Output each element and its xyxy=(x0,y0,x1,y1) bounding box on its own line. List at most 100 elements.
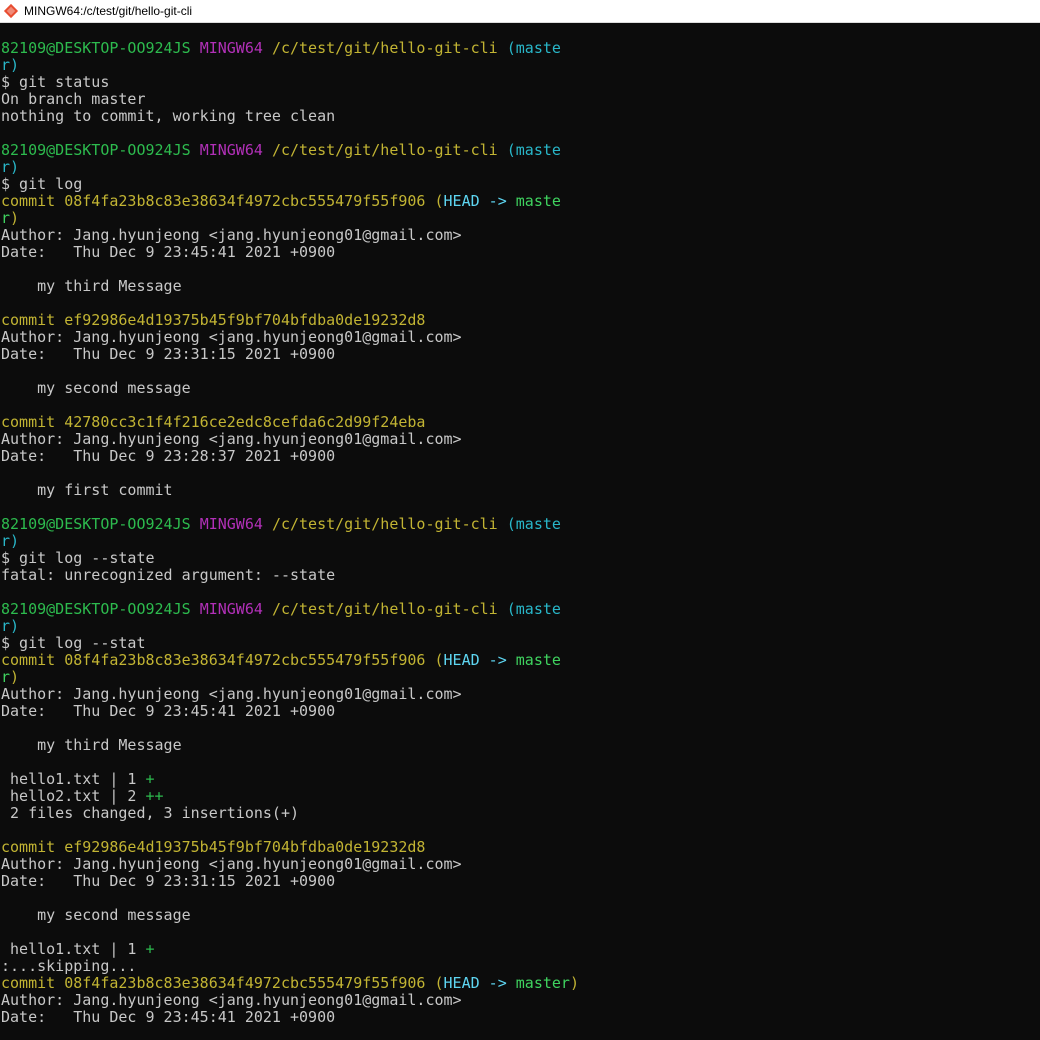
terminal-text: 82109@DESKTOP-OO924JS xyxy=(1,515,200,533)
terminal-line: $ git log xyxy=(1,176,1040,193)
terminal-text: my third Message xyxy=(1,736,182,754)
terminal-line: nothing to commit, working tree clean xyxy=(1,108,1040,125)
terminal-line: Author: Jang.hyunjeong <jang.hyunjeong01… xyxy=(1,686,1040,703)
terminal-line: my second message xyxy=(1,907,1040,924)
terminal-text: hello2.txt | 2 xyxy=(1,787,146,805)
terminal-line: Author: Jang.hyunjeong <jang.hyunjeong01… xyxy=(1,329,1040,346)
terminal-line: r) xyxy=(1,618,1040,635)
terminal-text: ) xyxy=(569,974,579,992)
terminal-text: + xyxy=(145,770,155,788)
terminal-text: $ git log xyxy=(1,175,83,193)
terminal-text: Author: Jang.hyunjeong <jang.hyunjeong01… xyxy=(1,855,462,873)
terminal-text: HEAD -> xyxy=(443,651,516,669)
terminal-text: Date: Thu Dec 9 23:45:41 2021 +0900 xyxy=(1,243,336,261)
terminal-line: commit 08f4fa23b8c83e38634f4972cbc555479… xyxy=(1,193,1040,210)
terminal-text: MINGW64 xyxy=(199,600,272,618)
terminal-text: Date: Thu Dec 9 23:31:15 2021 +0900 xyxy=(1,345,336,363)
terminal-text: r) xyxy=(1,56,20,74)
terminal-text: Date: Thu Dec 9 23:28:37 2021 +0900 xyxy=(1,447,336,465)
terminal-line: r) xyxy=(1,533,1040,550)
terminal-line: hello1.txt | 1 + xyxy=(1,771,1040,788)
terminal-text: Date: Thu Dec 9 23:45:41 2021 +0900 xyxy=(1,1008,336,1026)
terminal-text: Author: Jang.hyunjeong <jang.hyunjeong01… xyxy=(1,226,462,244)
terminal-text: commit ef92986e4d19375b45f9bf704bfdba0de… xyxy=(1,838,426,856)
terminal-line: Date: Thu Dec 9 23:31:15 2021 +0900 xyxy=(1,873,1040,890)
terminal-line: r) xyxy=(1,210,1040,227)
terminal-line: 82109@DESKTOP-OO924JS MINGW64 /c/test/gi… xyxy=(1,601,1040,618)
terminal-text: 82109@DESKTOP-OO924JS xyxy=(1,600,200,618)
terminal-line: 82109@DESKTOP-OO924JS MINGW64 /c/test/gi… xyxy=(1,142,1040,159)
terminal-text: fatal: unrecognized argument: --state xyxy=(1,566,336,584)
terminal-text: master xyxy=(515,974,570,992)
terminal-line: :...skipping... xyxy=(1,958,1040,975)
terminal-text: HEAD -> xyxy=(443,974,516,992)
terminal-text: /c/test/git/hello-git-cli xyxy=(271,39,507,57)
terminal-text: (maste xyxy=(506,515,561,533)
terminal-text: my first commit xyxy=(1,481,173,499)
terminal-text: (maste xyxy=(506,141,561,159)
terminal-line: my second message xyxy=(1,380,1040,397)
terminal-output[interactable]: 82109@DESKTOP-OO924JS MINGW64 /c/test/gi… xyxy=(0,23,1040,1040)
terminal-text: On branch master xyxy=(1,90,146,108)
terminal-text: nothing to commit, working tree clean xyxy=(1,107,336,125)
terminal-text: ) xyxy=(10,668,20,686)
terminal-text: r) xyxy=(1,532,20,550)
terminal-line: Date: Thu Dec 9 23:28:37 2021 +0900 xyxy=(1,448,1040,465)
git-bash-icon xyxy=(3,3,19,19)
terminal-text: Author: Jang.hyunjeong <jang.hyunjeong01… xyxy=(1,430,462,448)
terminal-text: MINGW64 xyxy=(199,515,272,533)
terminal-text: r) xyxy=(1,617,20,635)
terminal-line: commit ef92986e4d19375b45f9bf704bfdba0de… xyxy=(1,839,1040,856)
terminal-text: ) xyxy=(10,209,20,227)
terminal-line: On branch master xyxy=(1,91,1040,108)
terminal-line: Date: Thu Dec 9 23:45:41 2021 +0900 xyxy=(1,1009,1040,1026)
terminal-line: Date: Thu Dec 9 23:31:15 2021 +0900 xyxy=(1,346,1040,363)
terminal-text: r xyxy=(1,668,11,686)
terminal-text: /c/test/git/hello-git-cli xyxy=(271,600,507,618)
terminal-line: commit ef92986e4d19375b45f9bf704bfdba0de… xyxy=(1,312,1040,329)
terminal-text: /c/test/git/hello-git-cli xyxy=(271,515,507,533)
terminal-text: + xyxy=(145,940,155,958)
terminal-text: MINGW64 xyxy=(199,39,272,57)
terminal-line: 2 files changed, 3 insertions(+) xyxy=(1,805,1040,822)
window-titlebar[interactable]: MINGW64:/c/test/git/hello-git-cli xyxy=(0,0,1040,23)
terminal-text: $ git status xyxy=(1,73,110,91)
terminal-text: hello1.txt | 1 xyxy=(1,940,146,958)
terminal-text: $ git log --state xyxy=(1,549,155,567)
terminal-line: my third Message xyxy=(1,278,1040,295)
terminal-text: :...skipping... xyxy=(1,957,137,975)
terminal-text: 2 files changed, 3 insertions(+) xyxy=(1,804,300,822)
terminal-text: Author: Jang.hyunjeong <jang.hyunjeong01… xyxy=(1,991,462,1009)
terminal-line: my first commit xyxy=(1,482,1040,499)
terminal-line: commit 42780cc3c1f4f216ce2edc8cefda6c2d9… xyxy=(1,414,1040,431)
terminal-text: commit 08f4fa23b8c83e38634f4972cbc555479… xyxy=(1,192,444,210)
terminal-text: Author: Jang.hyunjeong <jang.hyunjeong01… xyxy=(1,328,462,346)
terminal-text: r) xyxy=(1,158,20,176)
terminal-line: $ git log --state xyxy=(1,550,1040,567)
window-title: MINGW64:/c/test/git/hello-git-cli xyxy=(24,4,193,18)
terminal-text: ++ xyxy=(145,787,164,805)
terminal-text: my second message xyxy=(1,906,191,924)
terminal-text: (maste xyxy=(506,39,561,57)
terminal-line: 82109@DESKTOP-OO924JS MINGW64 /c/test/gi… xyxy=(1,516,1040,533)
terminal-line: commit 08f4fa23b8c83e38634f4972cbc555479… xyxy=(1,975,1040,992)
terminal-text: HEAD -> xyxy=(443,192,516,210)
terminal-text: hello1.txt | 1 xyxy=(1,770,146,788)
terminal-line: Date: Thu Dec 9 23:45:41 2021 +0900 xyxy=(1,244,1040,261)
terminal-text: maste xyxy=(515,651,561,669)
terminal-line: fatal: unrecognized argument: --state xyxy=(1,567,1040,584)
terminal-text: Author: Jang.hyunjeong <jang.hyunjeong01… xyxy=(1,685,462,703)
terminal-line: r) xyxy=(1,159,1040,176)
terminal-text: /c/test/git/hello-git-cli xyxy=(271,141,507,159)
terminal-line: commit 08f4fa23b8c83e38634f4972cbc555479… xyxy=(1,652,1040,669)
